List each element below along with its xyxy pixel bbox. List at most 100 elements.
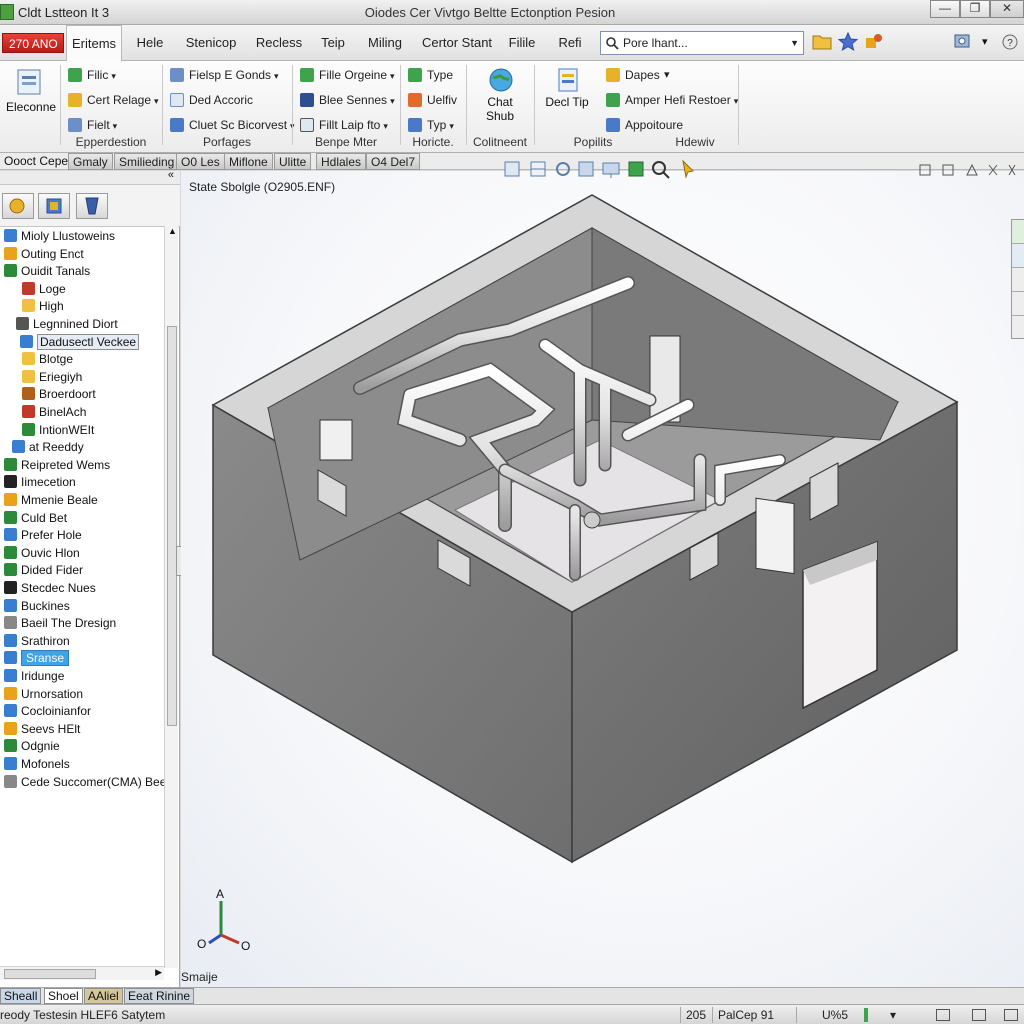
maximize-button[interactable]: ❐ bbox=[960, 0, 990, 18]
sheet-tab[interactable]: Shoel bbox=[44, 988, 83, 1004]
tree-item[interactable]: Odgnie bbox=[4, 738, 60, 755]
sub-tab[interactable]: Smilieding bbox=[114, 153, 180, 170]
sheet-tab[interactable]: Eeat Rinine bbox=[124, 988, 195, 1004]
status-box-icon[interactable] bbox=[936, 1009, 950, 1021]
help-icon[interactable]: ? bbox=[1002, 33, 1018, 51]
chevron-down-icon[interactable]: ▼ bbox=[790, 38, 799, 48]
sub-tab[interactable]: Hdlales bbox=[316, 153, 367, 170]
tree-item[interactable]: Seevs HElt bbox=[4, 721, 80, 738]
ribbon-restore-button[interactable]: Hefi Restoer ▾ bbox=[664, 90, 738, 110]
chevron-down-icon[interactable]: ▾ bbox=[890, 1008, 896, 1022]
tab-teip[interactable]: Teip bbox=[316, 25, 350, 61]
tree-item[interactable]: Mmenie Beale bbox=[4, 492, 98, 509]
graphics-viewport[interactable]: State Sbolgle (O2905.ENF) A O O Smaije bbox=[181, 159, 1024, 987]
scroll-thumb[interactable] bbox=[4, 969, 96, 979]
brand-badge[interactable]: 270 ANO bbox=[2, 33, 64, 53]
tree-item[interactable]: Blotge bbox=[22, 351, 73, 368]
ribbon-ded-button[interactable]: Ded Accoric bbox=[170, 90, 253, 110]
status-box-icon[interactable] bbox=[1004, 1009, 1018, 1021]
close-button[interactable]: ✕ bbox=[990, 0, 1024, 18]
tree-item[interactable]: Dided Fider bbox=[4, 562, 83, 579]
ribbon-dapes-button[interactable]: Dapes bbox=[606, 65, 660, 85]
ribbon-fillt-button[interactable]: Fillt Laip fto ▾ bbox=[300, 115, 388, 135]
ribbon-appoitoure-button[interactable]: Appoitoure bbox=[606, 115, 683, 135]
tree-item[interactable]: High bbox=[22, 298, 64, 315]
ribbon-type-button[interactable]: Type bbox=[408, 65, 453, 85]
tab-file[interactable]: Filile bbox=[504, 25, 540, 61]
tab-recless[interactable]: Recless bbox=[252, 25, 306, 61]
star-icon[interactable] bbox=[838, 32, 858, 52]
settings-icon[interactable] bbox=[954, 33, 972, 49]
ribbon-chat-button[interactable]: Chat Shub bbox=[472, 65, 528, 123]
property-manager-tab[interactable] bbox=[38, 193, 70, 219]
tree-item[interactable]: Mioly Llustoweins bbox=[4, 228, 115, 245]
ribbon-typ-button[interactable]: Typ ▾ bbox=[408, 115, 454, 135]
scroll-right-icon[interactable]: ▶ bbox=[155, 967, 162, 978]
tree-item[interactable]: Culd Bet bbox=[4, 510, 67, 527]
sub-tab[interactable]: O4 Del7 bbox=[366, 153, 421, 170]
scroll-up-icon[interactable]: ▲ bbox=[168, 226, 177, 236]
tree-item[interactable]: Urnorsation bbox=[4, 686, 83, 703]
tree-item[interactable]: Iridunge bbox=[4, 668, 64, 685]
sub-tab[interactable]: Gmaly bbox=[68, 153, 113, 170]
horizontal-scrollbar[interactable]: ▶ bbox=[0, 966, 164, 980]
tree-item[interactable]: Buckines bbox=[4, 598, 70, 615]
sheet-tab[interactable]: AAliel bbox=[84, 988, 123, 1004]
tab-home[interactable]: Eritems bbox=[66, 25, 122, 61]
tree-item[interactable]: Ouvic Hlon bbox=[4, 545, 80, 562]
tree-item[interactable]: Dadusectl Veckee bbox=[20, 333, 140, 351]
tree-item[interactable]: Prefer Hole bbox=[4, 527, 82, 544]
ribbon-amper-button[interactable]: Amper bbox=[606, 90, 660, 110]
collapse-icon[interactable]: « bbox=[168, 169, 174, 181]
ribbon-fielt-button[interactable]: Fielt ▾ bbox=[68, 115, 117, 135]
tree-item[interactable]: Iimecetion bbox=[4, 474, 76, 491]
sheet-tab[interactable]: Sheall bbox=[0, 988, 42, 1004]
tree-item[interactable]: Eriegiyh bbox=[22, 369, 82, 386]
model-tab[interactable]: Smaije bbox=[181, 970, 218, 984]
tree-item[interactable]: Sranse bbox=[4, 650, 70, 667]
chevron-down-icon[interactable]: ▾ bbox=[664, 65, 670, 85]
tree-item[interactable]: Reipreted Wems bbox=[4, 457, 110, 474]
tools-icon[interactable] bbox=[864, 32, 884, 52]
ribbon-blee-button[interactable]: Blee Sennes ▾ bbox=[300, 90, 395, 110]
chevron-down-icon[interactable]: ▾ bbox=[982, 35, 988, 48]
sub-tab[interactable]: Miflone bbox=[224, 153, 273, 170]
sub-tab[interactable]: Ulitte bbox=[274, 153, 312, 170]
ribbon-fille-button[interactable]: Fille Orgeine ▾ bbox=[300, 65, 395, 85]
tree-item[interactable]: Baeil The Dresign bbox=[4, 615, 116, 632]
tree-item[interactable]: Mofonels bbox=[4, 756, 70, 773]
ribbon-cert-button[interactable]: Cert Relage ▾ bbox=[68, 90, 159, 110]
scroll-thumb[interactable] bbox=[167, 326, 177, 726]
sub-tab[interactable]: O0 Les bbox=[176, 153, 225, 170]
tree-item[interactable]: IntionWEIt bbox=[22, 422, 94, 439]
ribbon-cluet-button[interactable]: Cluet Sc Bicorvest▾ bbox=[170, 115, 295, 135]
tree-item[interactable]: Cocloinianfor bbox=[4, 703, 91, 720]
tab-sketch[interactable]: Stenicop bbox=[180, 25, 242, 61]
tree-item[interactable]: Outing Enct bbox=[4, 246, 84, 263]
tree-item[interactable]: Broerdoort bbox=[22, 386, 96, 403]
tree-item[interactable]: BinelAch bbox=[22, 404, 86, 421]
ribbon-fielsp-button[interactable]: Fielsp E Gonds ▾ bbox=[170, 65, 279, 85]
tree-item[interactable]: Cede Succomer(CMA) Beegs bbox=[4, 774, 164, 791]
tree-item[interactable]: Ouidit Tanals bbox=[4, 263, 90, 280]
tab-refi[interactable]: Refi bbox=[552, 25, 588, 61]
ribbon-file-button[interactable]: Filic ▾ bbox=[68, 65, 116, 85]
search-input[interactable]: Pore lhant... bbox=[623, 36, 688, 50]
search-box[interactable]: Pore lhant... ▼ bbox=[600, 31, 804, 55]
feature-manager-tab[interactable] bbox=[2, 193, 34, 219]
tree-item[interactable]: Legnnined Diort bbox=[16, 316, 118, 333]
tree-item[interactable]: at Reeddy bbox=[12, 439, 84, 456]
tab-milling[interactable]: Miling bbox=[360, 25, 410, 61]
vertical-scrollbar[interactable]: ▲ bbox=[164, 226, 178, 968]
tab-center-start[interactable]: Certor Stant bbox=[420, 25, 494, 61]
ribbon-uelfiv-button[interactable]: Uelfiv bbox=[408, 90, 457, 110]
minimize-button[interactable]: — bbox=[930, 0, 960, 18]
status-box-icon[interactable] bbox=[972, 1009, 986, 1021]
tab-help[interactable]: Hele bbox=[130, 25, 170, 61]
big-button[interactable]: Eleconne bbox=[6, 65, 56, 115]
tree-item[interactable]: Srathiron bbox=[4, 633, 70, 650]
config-manager-tab[interactable] bbox=[76, 193, 108, 219]
building-model[interactable] bbox=[181, 171, 1024, 987]
tree-item[interactable]: Stecdec Nues bbox=[4, 580, 96, 597]
folder-open-icon[interactable] bbox=[812, 33, 832, 51]
